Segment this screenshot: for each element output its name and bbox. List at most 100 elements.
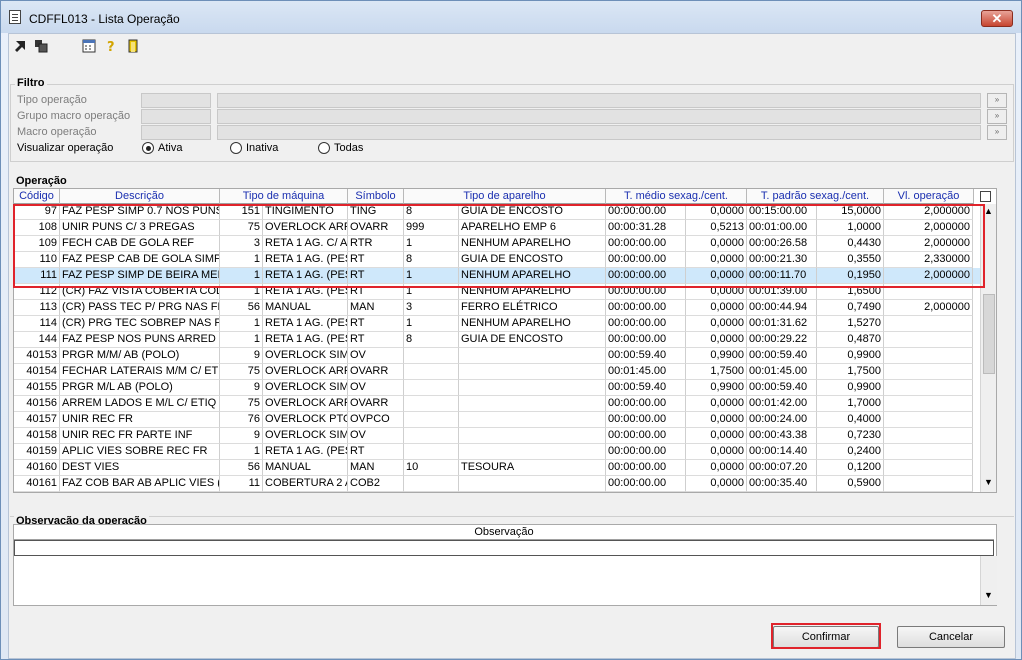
table-cell — [884, 444, 973, 460]
grupo-macro-lookup-button[interactable]: » — [987, 109, 1007, 124]
table-cell: FAZ COB BAR AB APLIC VIES (2 — [60, 476, 220, 492]
table-cell: 00:00:35.40 — [747, 476, 817, 492]
table-cell — [459, 444, 606, 460]
table-cell: 114 — [14, 316, 60, 332]
table-cell: OVARR — [348, 364, 404, 380]
table-cell: 0,5900 — [817, 476, 884, 492]
table-cell: MAN — [348, 300, 404, 316]
table-cell: 0,7490 — [817, 300, 884, 316]
table-cell: 40161 — [14, 476, 60, 492]
table-cell: 1,7500 — [686, 364, 747, 380]
table-cell: 0,0000 — [686, 460, 747, 476]
table-cell: NENHUM APARELHO — [459, 316, 606, 332]
exit-icon[interactable] — [125, 39, 141, 55]
tipo-operacao-code-field[interactable] — [141, 93, 211, 108]
table-cell: OVERLOCK ARR — [263, 364, 348, 380]
column-header[interactable]: Tipo de máquina — [220, 189, 348, 204]
table-cell — [884, 348, 973, 364]
table-cell: 1,7500 — [817, 364, 884, 380]
table-cell: 00:00:59.40 — [606, 348, 686, 364]
table-row[interactable]: 40155 PRGR M/L AB (POLO) 9 OVERLOCK SIMP OV 0… — [14, 380, 996, 396]
table-row[interactable]: 40160 DEST VIES 56 MANUAL MAN 10 TESOURA 00:00:… — [14, 460, 996, 476]
table-row[interactable]: 40153 PRGR M/M/ AB (POLO) 9 OVERLOCK SIMP OV… — [14, 348, 996, 364]
highlighted-rows-box — [13, 204, 985, 288]
observacao-scrollbar[interactable]: ▼ — [980, 556, 997, 605]
observacao-input[interactable] — [14, 540, 994, 556]
table-cell: 0,0000 — [686, 428, 747, 444]
table-cell: 40153 — [14, 348, 60, 364]
radio-todas[interactable]: Todas — [318, 142, 363, 154]
radio-inativa-circle[interactable] — [230, 142, 242, 154]
table-cell: MANUAL — [263, 300, 348, 316]
table-cell: 1 — [404, 316, 459, 332]
close-button[interactable]: ✕ — [981, 10, 1013, 27]
column-header[interactable]: T. médio sexag./cent. — [606, 189, 747, 204]
table-cell: 11 — [220, 476, 263, 492]
table-cell: FAZ PESP NOS PUNS ARRED (DF — [60, 332, 220, 348]
table-cell: 40158 — [14, 428, 60, 444]
table-row[interactable]: 40156 ARREM LADOS E M/L C/ ETIQ 75 OVERLOCK… — [14, 396, 996, 412]
table-cell: 00:00:00.00 — [606, 444, 686, 460]
table-cell: PRGR M/M/ AB (POLO) — [60, 348, 220, 364]
table-cell — [404, 412, 459, 428]
table-row[interactable]: 40161 FAZ COB BAR AB APLIC VIES (2 11 COBER… — [14, 476, 996, 492]
grupo-macro-code-field[interactable] — [141, 109, 211, 124]
table-cell: 00:00:00.00 — [606, 428, 686, 444]
table-row[interactable]: 114 (CR) PRG TEC SOBREP NAS FRS 1 RETA 1 AG… — [14, 316, 996, 332]
table-cell: 1 — [220, 444, 263, 460]
select-all-checkbox[interactable] — [980, 191, 991, 202]
table-cell: 1,5270 — [817, 316, 884, 332]
column-header[interactable]: T. padrão sexag./cent. — [747, 189, 884, 204]
table-cell — [884, 332, 973, 348]
table-row[interactable]: 144 FAZ PESP NOS PUNS ARRED (DF 1 RETA 1 AG… — [14, 332, 996, 348]
table-cell: 00:00:00.00 — [606, 300, 686, 316]
table-cell: RETA 1 AG. (PES — [263, 316, 348, 332]
confirmar-highlight-box — [771, 623, 881, 649]
table-cell: 00:00:07.20 — [747, 460, 817, 476]
radio-todas-circle[interactable] — [318, 142, 330, 154]
table-row[interactable]: 40154 FECHAR LATERAIS M/M C/ ETIQ r 75 OVER… — [14, 364, 996, 380]
table-cell: 00:00:59.40 — [747, 380, 817, 396]
column-header[interactable]: Descrição — [60, 189, 220, 204]
macro-operacao-lookup-button[interactable]: » — [987, 125, 1007, 140]
table-cell: RETA 1 AG. (PES — [263, 444, 348, 460]
table-row[interactable]: 113 (CR) PASS TEC P/ PRG NAS FRS 56 MANUAL M… — [14, 300, 996, 316]
radio-ativa[interactable]: Ativa — [142, 142, 182, 154]
table-cell: 75 — [220, 364, 263, 380]
copy-icon[interactable] — [33, 39, 49, 55]
column-header[interactable]: Tipo de aparelho — [404, 189, 606, 204]
table-cell: 40160 — [14, 460, 60, 476]
grupo-macro-desc-field — [217, 109, 981, 124]
observacao-scroll-down-icon[interactable]: ▼ — [984, 590, 993, 600]
table-row[interactable]: 40157 UNIR REC FR 76 OVERLOCK PTO OVPCO 00:00… — [14, 412, 996, 428]
calculator-icon[interactable] — [81, 39, 97, 55]
column-header[interactable]: Vl. operação — [884, 189, 974, 204]
table-cell: 9 — [220, 380, 263, 396]
observacao-table: Observação ▼ — [13, 524, 997, 606]
cancelar-button[interactable]: Cancelar — [897, 626, 1005, 648]
table-cell — [884, 380, 973, 396]
table-cell — [884, 428, 973, 444]
radio-inativa[interactable]: Inativa — [230, 142, 278, 154]
column-header[interactable]: Símbolo — [348, 189, 404, 204]
table-cell: (CR) PRG TEC SOBREP NAS FRS — [60, 316, 220, 332]
scroll-down-icon[interactable]: ▼ — [984, 477, 993, 487]
help-icon[interactable]: ? — [103, 39, 119, 55]
scroll-up-icon[interactable]: ▲ — [984, 206, 993, 216]
radio-ativa-circle[interactable] — [142, 142, 154, 154]
arrow-icon[interactable] — [13, 39, 29, 55]
table-cell: 00:00:00.00 — [606, 476, 686, 492]
radio-todas-label: Todas — [334, 142, 364, 154]
scroll-thumb[interactable] — [983, 294, 995, 374]
column-header[interactable]: Código — [14, 189, 60, 204]
macro-operacao-code-field[interactable] — [141, 125, 211, 140]
table-row[interactable]: 40158 UNIR REC FR PARTE INF 9 OVERLOCK SIMP… — [14, 428, 996, 444]
table-cell: OVARR — [348, 396, 404, 412]
table-cell: 00:00:14.40 — [747, 444, 817, 460]
table-cell — [404, 396, 459, 412]
tipo-operacao-lookup-button[interactable]: » — [987, 93, 1007, 108]
table-cell: 00:00:00.00 — [606, 316, 686, 332]
table-cell: 0,0000 — [686, 300, 747, 316]
table-row[interactable]: 40159 APLIC VIES SOBRE REC FR 1 RETA 1 AG. … — [14, 444, 996, 460]
table-cell: 00:00:00.00 — [606, 412, 686, 428]
